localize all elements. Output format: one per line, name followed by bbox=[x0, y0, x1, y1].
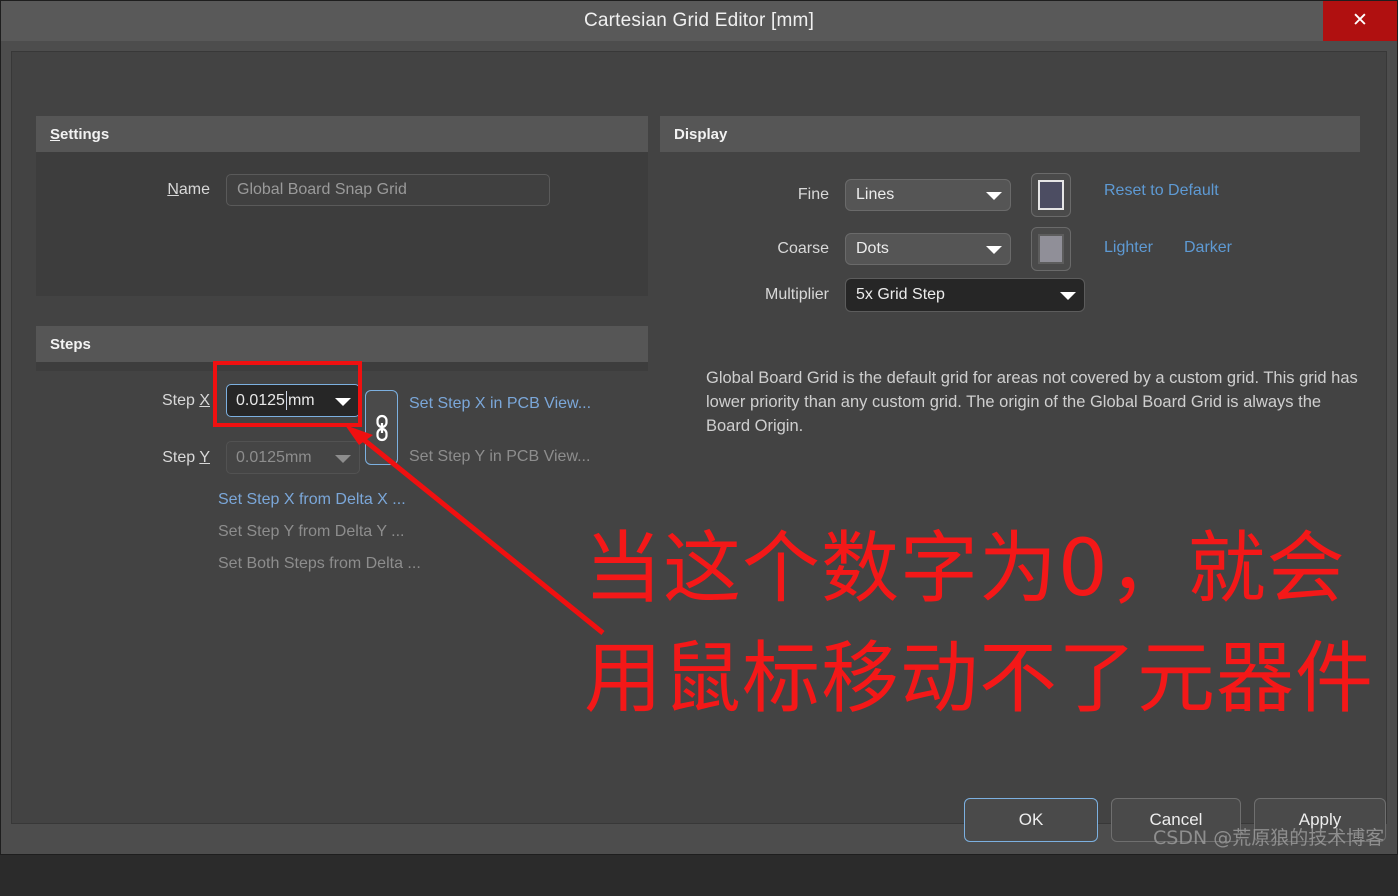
chevron-down-icon[interactable] bbox=[986, 246, 1002, 254]
darker-link[interactable]: Darker bbox=[1184, 239, 1232, 257]
step-y-label-accel: Y bbox=[199, 448, 210, 466]
multiplier-value: 5x Grid Step bbox=[856, 286, 945, 303]
name-label-rest: ame bbox=[178, 181, 210, 198]
lighter-link[interactable]: Lighter bbox=[1104, 239, 1153, 257]
grid-description-text: Global Board Grid is the default grid fo… bbox=[706, 369, 1358, 435]
step-y-label: Step Y bbox=[36, 449, 226, 467]
multiplier-label: Multiplier bbox=[764, 286, 829, 303]
close-icon[interactable]: ✕ bbox=[1323, 1, 1397, 41]
dialog-body: Settings Name Steps Step X 0.0125 bbox=[1, 41, 1397, 854]
step-x-row: Step X 0.0125 mm bbox=[36, 384, 360, 417]
settings-group-header: Settings bbox=[36, 116, 648, 152]
coarse-row: Coarse Dots bbox=[660, 227, 1071, 271]
steps-group: Steps bbox=[36, 326, 648, 371]
name-row: Name bbox=[36, 174, 648, 206]
window-title: Cartesian Grid Editor [mm] bbox=[583, 10, 815, 31]
name-input[interactable] bbox=[226, 174, 550, 206]
dialog-footer: OK Cancel Apply bbox=[1, 786, 1397, 854]
settings-group: Settings bbox=[36, 116, 648, 296]
step-y-row: Step Y 0.0125mm bbox=[36, 441, 360, 474]
step-x-label-pre: Step bbox=[161, 391, 200, 409]
settings-title-rest: ettings bbox=[60, 125, 110, 143]
fine-color-swatch bbox=[1038, 180, 1064, 210]
name-label-accel: N bbox=[167, 181, 179, 198]
multiplier-combobox[interactable]: 5x Grid Step bbox=[845, 278, 1085, 312]
coarse-style-value: Dots bbox=[856, 240, 889, 257]
text-cursor bbox=[285, 391, 287, 410]
chain-link-icon bbox=[372, 413, 392, 443]
coarse-color-button[interactable] bbox=[1031, 227, 1071, 271]
fine-row: Fine Lines bbox=[660, 173, 1071, 217]
fine-color-button[interactable] bbox=[1031, 173, 1071, 217]
coarse-style-combobox[interactable]: Dots bbox=[845, 233, 1011, 265]
set-step-x-from-delta-x-link[interactable]: Set Step X from Delta X ... bbox=[218, 491, 406, 509]
display-group-header: Display bbox=[660, 116, 1360, 152]
set-step-x-in-pcb-view-link[interactable]: Set Step X in PCB View... bbox=[409, 395, 591, 413]
apply-button[interactable]: Apply bbox=[1254, 798, 1386, 842]
link-steps-toggle[interactable] bbox=[365, 390, 398, 465]
set-step-y-from-delta-y-link: Set Step Y from Delta Y ... bbox=[218, 523, 405, 540]
step-x-combobox[interactable]: 0.0125 mm bbox=[226, 384, 360, 417]
ok-button[interactable]: OK bbox=[964, 798, 1098, 842]
chevron-down-icon bbox=[335, 454, 351, 463]
chevron-down-icon[interactable] bbox=[986, 192, 1002, 200]
multiplier-row: Multiplier 5x Grid Step bbox=[660, 278, 1085, 312]
chevron-down-icon[interactable] bbox=[1060, 292, 1076, 300]
cartesian-grid-editor-dialog: Cartesian Grid Editor [mm] ✕ Settings Na… bbox=[0, 0, 1398, 855]
step-x-label-accel: X bbox=[199, 391, 210, 409]
step-x-unit: mm bbox=[287, 391, 315, 409]
coarse-label: Coarse bbox=[777, 240, 829, 257]
step-y-value: 0.0125mm bbox=[236, 448, 312, 466]
step-y-label-pre: Step bbox=[162, 448, 200, 466]
display-group: Display bbox=[660, 116, 1360, 152]
chevron-down-icon[interactable] bbox=[335, 397, 351, 406]
set-step-y-in-pcb-view-link: Set Step Y in PCB View... bbox=[409, 448, 591, 465]
settings-title-accel: S bbox=[50, 125, 61, 143]
name-label: Name bbox=[36, 181, 226, 199]
content-panel: Settings Name Steps Step X 0.0125 bbox=[11, 51, 1387, 824]
title-bar: Cartesian Grid Editor [mm] ✕ bbox=[1, 1, 1397, 41]
step-y-combobox: 0.0125mm bbox=[226, 441, 360, 474]
fine-label: Fine bbox=[797, 186, 829, 203]
fine-style-combobox[interactable]: Lines bbox=[845, 179, 1011, 211]
step-x-value: 0.0125 bbox=[236, 391, 285, 409]
reset-to-default-link[interactable]: Reset to Default bbox=[1104, 182, 1219, 200]
step-x-label: Step X bbox=[36, 392, 226, 410]
steps-group-header: Steps bbox=[36, 326, 648, 362]
cancel-button[interactable]: Cancel bbox=[1111, 798, 1241, 842]
coarse-color-swatch bbox=[1038, 234, 1064, 264]
set-both-steps-from-delta-link: Set Both Steps from Delta ... bbox=[218, 555, 421, 572]
fine-style-value: Lines bbox=[856, 186, 895, 203]
